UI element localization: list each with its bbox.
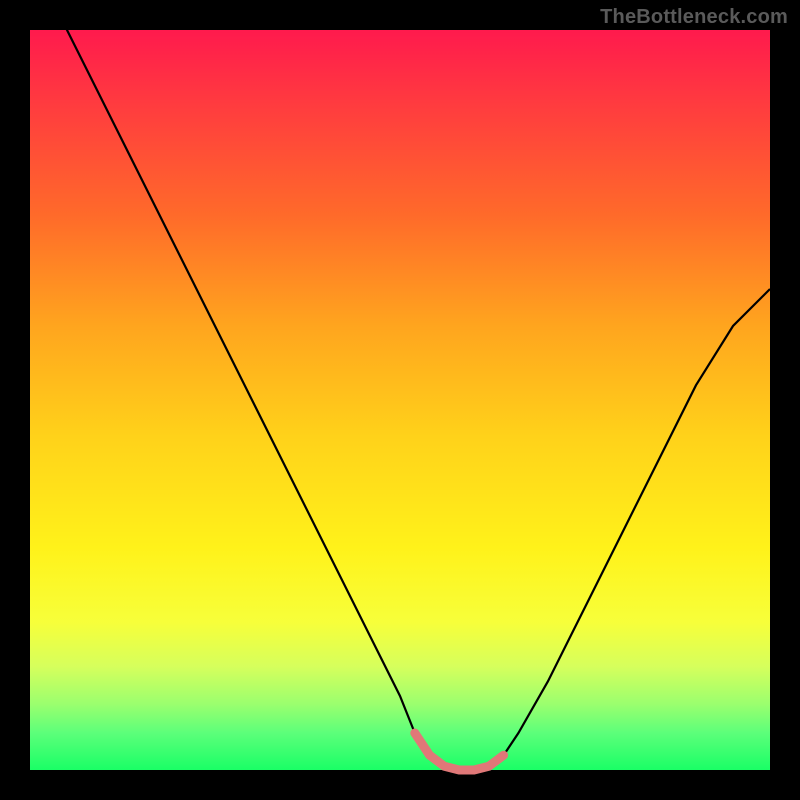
- watermark-text: TheBottleneck.com: [600, 6, 788, 29]
- bottleneck-curve: [30, 0, 770, 770]
- chart-frame: TheBottleneck.com: [0, 0, 800, 800]
- curve-svg: [30, 30, 770, 770]
- plot-area: [30, 30, 770, 770]
- valley-highlight: [415, 733, 504, 770]
